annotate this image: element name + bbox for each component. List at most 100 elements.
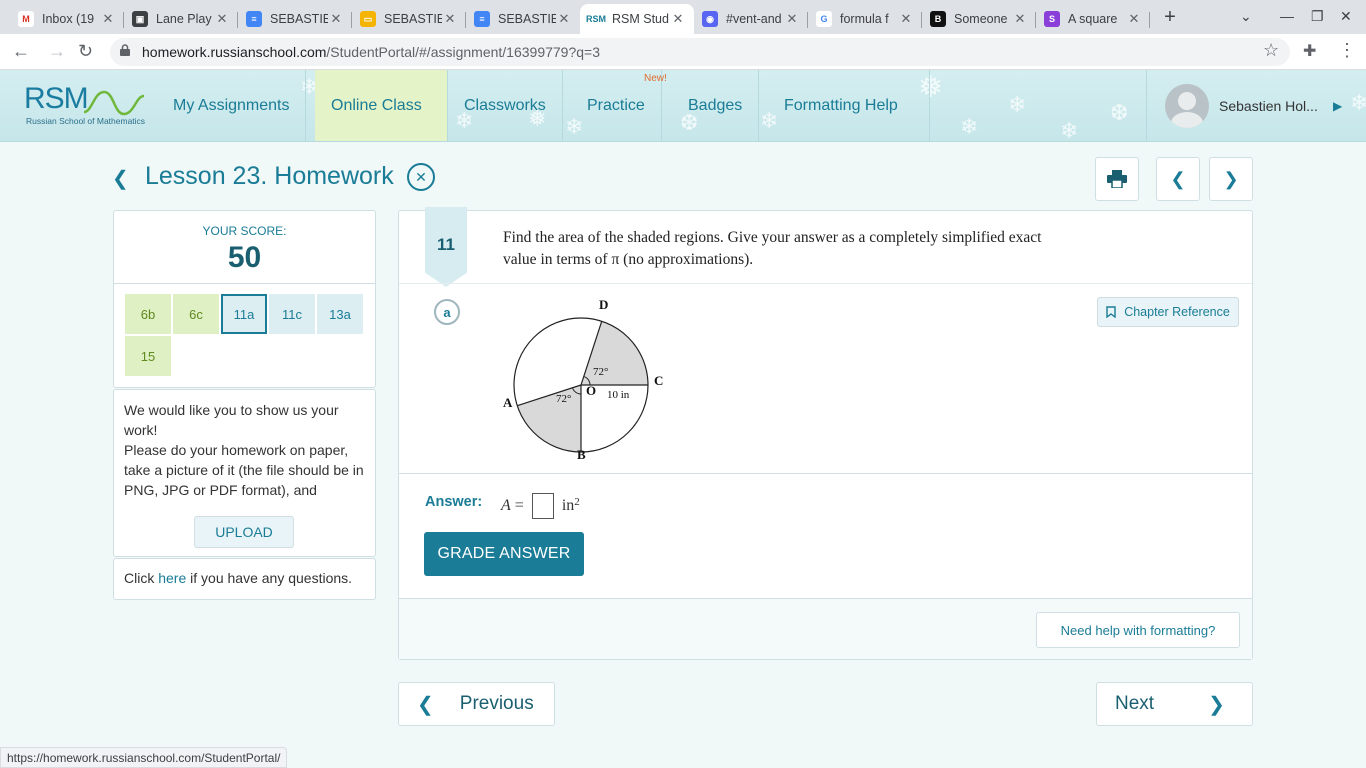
tab-close-icon[interactable]: ✕ bbox=[214, 11, 230, 27]
tab-title: SEBASTIE bbox=[270, 12, 328, 26]
print-button[interactable] bbox=[1095, 157, 1139, 201]
questions-link[interactable]: here bbox=[158, 570, 186, 586]
tab-favicon-icon: ≡ bbox=[246, 11, 262, 27]
answer-equation: A = in 2 bbox=[501, 493, 580, 519]
printer-icon bbox=[1107, 170, 1127, 188]
site-header: ❄ ❄ ❅ ❄ ❆ ❄ ❅ ❄ ❄ ❆ ❄ ❄ RSM Russian Scho… bbox=[0, 70, 1366, 142]
label-o: O bbox=[586, 383, 596, 398]
tab-title: Someone bbox=[954, 12, 1008, 26]
tab-search-icon[interactable]: ⌄ bbox=[1240, 8, 1252, 25]
tab-close-icon[interactable]: ✕ bbox=[898, 11, 914, 27]
label-a: A bbox=[503, 395, 513, 410]
tab-favicon-icon: B bbox=[930, 11, 946, 27]
label-b: B bbox=[577, 447, 586, 462]
problem-prompt: Find the area of the shaded regions. Giv… bbox=[503, 229, 1042, 268]
upload-work-panel: We would like you to show us your work! … bbox=[113, 389, 376, 557]
browser-tab[interactable]: Gformula f ✕ bbox=[808, 4, 922, 34]
tools-icon[interactable]: ✕ bbox=[407, 163, 435, 191]
nav-classworks[interactable]: Classworks bbox=[448, 70, 563, 141]
nav-my-assignments[interactable]: My Assignments bbox=[157, 70, 307, 141]
extensions-icon[interactable]: ✚ bbox=[1303, 41, 1316, 61]
tab-close-icon[interactable]: ✕ bbox=[784, 11, 800, 27]
tab-close-icon[interactable]: ✕ bbox=[670, 11, 686, 27]
new-tab-button[interactable]: + bbox=[1158, 6, 1182, 29]
chapter-reference-button[interactable]: Chapter Reference bbox=[1097, 297, 1239, 327]
answer-input[interactable] bbox=[531, 493, 554, 519]
bookmark-star-icon[interactable]: ☆ bbox=[1263, 40, 1279, 61]
rsm-logo[interactable]: RSM Russian School of Mathematics bbox=[24, 82, 146, 132]
logo-wave-icon bbox=[83, 90, 145, 116]
back-chevron-icon[interactable]: ❮ bbox=[112, 166, 129, 191]
question-chip[interactable]: 15 bbox=[125, 336, 171, 376]
tab-close-icon[interactable]: ✕ bbox=[1126, 11, 1142, 27]
answer-label: Answer: bbox=[425, 494, 483, 510]
tab-favicon-icon: ▣ bbox=[132, 11, 148, 27]
score-label: YOUR SCORE: bbox=[202, 224, 287, 238]
user-menu[interactable]: Sebastien Hol... ▶ bbox=[1146, 70, 1366, 141]
tab-title: formula f bbox=[840, 12, 889, 26]
browser-tab[interactable]: ▣ Lane Play ✕ bbox=[124, 4, 238, 34]
tab-title: Lane Play bbox=[156, 12, 212, 26]
label-c: C bbox=[654, 373, 663, 388]
tab-favicon-icon: G bbox=[816, 11, 832, 27]
nav-badges[interactable]: Badges bbox=[672, 70, 760, 141]
tab-favicon-icon: S bbox=[1044, 11, 1060, 27]
close-window-button[interactable]: ✕ bbox=[1340, 8, 1352, 25]
tab-favicon-icon: M bbox=[18, 11, 34, 27]
grade-answer-button[interactable]: GRADE ANSWER bbox=[424, 532, 584, 576]
forward-icon[interactable]: → bbox=[48, 41, 66, 62]
browser-menu-icon[interactable]: ⋮ bbox=[1338, 40, 1356, 61]
next-button[interactable]: Next ❯ bbox=[1096, 682, 1253, 726]
tab-close-icon[interactable]: ✕ bbox=[328, 11, 344, 27]
browser-tab[interactable]: ▭ SEBASTIE ✕ bbox=[352, 4, 466, 34]
chevron-right-icon: ❯ bbox=[1208, 693, 1225, 716]
question-chip[interactable]: 11a bbox=[221, 294, 267, 334]
formatting-help-button[interactable]: Need help with formatting? bbox=[1036, 612, 1240, 648]
label-d: D bbox=[599, 297, 608, 312]
score-panel: YOUR SCORE: 50 6b 6c 11a 11c 13a 15 bbox=[113, 210, 376, 388]
chevron-right-icon: ❯ bbox=[1223, 168, 1239, 189]
tab-close-icon[interactable]: ✕ bbox=[556, 11, 572, 27]
browser-toolbar: ← → ↻ homework.russianschool.com/Student… bbox=[0, 34, 1366, 70]
browser-tab[interactable]: M Inbox (19 ✕ bbox=[10, 4, 124, 34]
questions-help: Click here if you have any questions. bbox=[113, 558, 376, 600]
browser-tab[interactable]: S A square ✕ bbox=[1036, 4, 1150, 34]
radius-label: 10 in bbox=[607, 389, 630, 401]
next-question-button[interactable]: ❯ bbox=[1209, 157, 1253, 201]
nav-online-class[interactable]: Online Class bbox=[315, 70, 448, 141]
browser-tab[interactable]: ◉ #vent-and ✕ bbox=[694, 4, 808, 34]
part-label: a bbox=[434, 299, 460, 325]
browser-tab[interactable]: B Someone ✕ bbox=[922, 4, 1036, 34]
tab-title: Inbox (19 bbox=[42, 12, 95, 26]
question-chip[interactable]: 6b bbox=[125, 294, 171, 334]
upload-button[interactable]: UPLOAD bbox=[194, 516, 294, 548]
tab-favicon-icon: RSM bbox=[586, 11, 606, 27]
chevron-left-icon: ❮ bbox=[1170, 168, 1186, 189]
reload-icon[interactable]: ↻ bbox=[78, 41, 93, 62]
minimize-button[interactable]: — bbox=[1280, 8, 1294, 24]
tab-title: A square bbox=[1068, 12, 1118, 26]
tab-title: RSM Stud bbox=[612, 12, 669, 26]
restore-button[interactable]: ❐ bbox=[1311, 8, 1324, 25]
tab-title: SEBASTIE bbox=[384, 12, 442, 26]
back-icon[interactable]: ← bbox=[12, 41, 30, 62]
upload-instructions: We would like you to show us your work! … bbox=[124, 402, 364, 498]
previous-button[interactable]: ❮ Previous bbox=[398, 682, 555, 726]
tab-close-icon[interactable]: ✕ bbox=[1012, 11, 1028, 27]
tab-close-icon[interactable]: ✕ bbox=[442, 11, 458, 27]
prev-question-button[interactable]: ❮ bbox=[1156, 157, 1200, 201]
tab-favicon-icon: ◉ bbox=[702, 11, 718, 27]
question-chip[interactable]: 6c bbox=[173, 294, 219, 334]
question-chip[interactable]: 13a bbox=[317, 294, 363, 334]
nav-formatting-help[interactable]: Formatting Help bbox=[768, 70, 930, 141]
browser-tab[interactable]: ≡ SEBASTIE ✕ bbox=[466, 4, 580, 34]
question-chip[interactable]: 11c bbox=[269, 294, 315, 334]
caret-right-icon: ▶ bbox=[1333, 99, 1343, 113]
browser-tab[interactable]: ≡ SEBASTIE ✕ bbox=[238, 4, 352, 34]
avatar bbox=[1165, 84, 1209, 128]
page-title: Lesson 23. Homework bbox=[145, 162, 394, 190]
lock-icon bbox=[120, 44, 130, 56]
bookmark-icon bbox=[1106, 306, 1116, 318]
tab-close-icon[interactable]: ✕ bbox=[100, 11, 116, 27]
browser-tab[interactable]: RSM RSM Stud ✕ bbox=[580, 4, 694, 34]
